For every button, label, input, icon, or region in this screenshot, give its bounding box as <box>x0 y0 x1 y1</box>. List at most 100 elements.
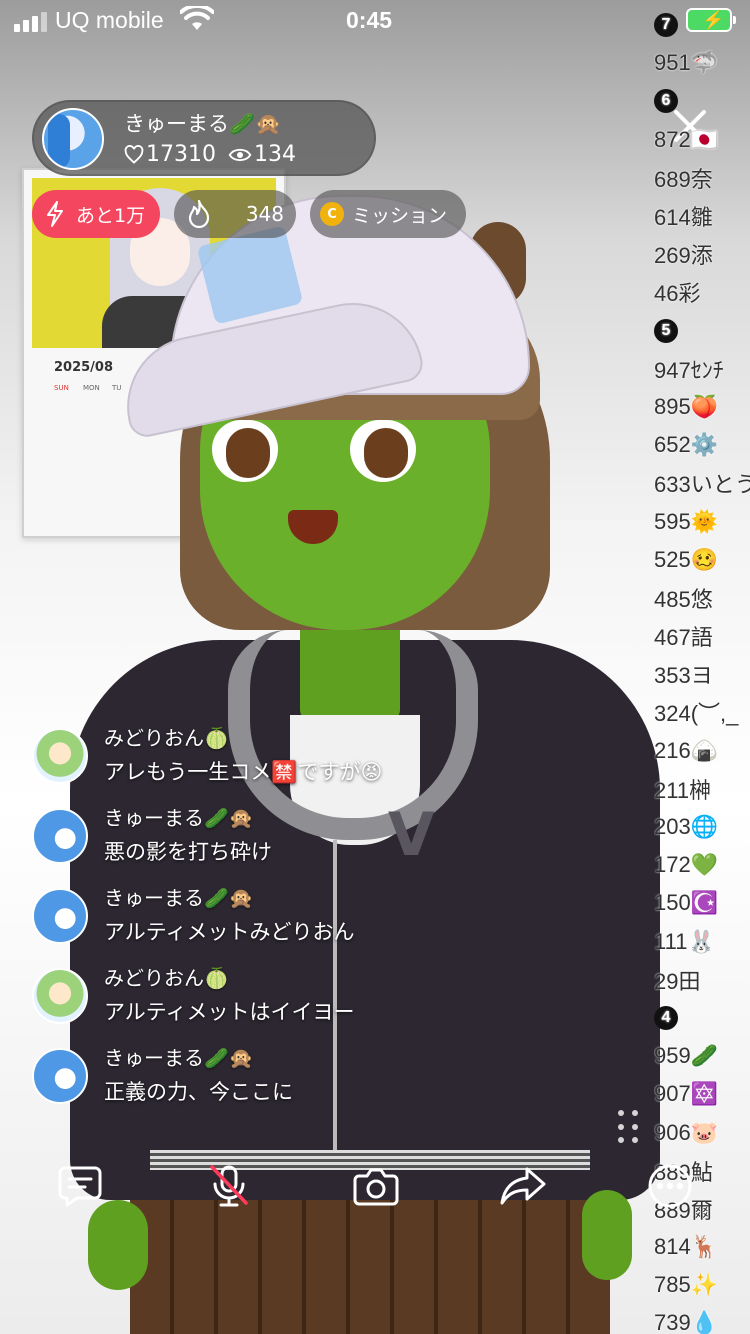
mic-muted-icon <box>210 1165 248 1207</box>
more-icon <box>648 1164 692 1208</box>
ranking-list[interactable]: 7 951🦈 6 872🇯🇵 689奈 614雛 269添 46彩 5 947ｾﾝﾁ 895🍑 652… <box>654 6 750 1334</box>
goal-chip[interactable]: あと1万 <box>32 190 160 238</box>
rank-entry[interactable]: 739💧 <box>654 1304 750 1334</box>
rank-entry[interactable]: 211榊 <box>654 770 750 808</box>
rank-entry[interactable]: 203🌐 <box>654 808 750 846</box>
rank-entry[interactable]: 614雛 <box>654 197 750 235</box>
rank-entry[interactable]: 633いとう <box>654 464 750 502</box>
flame-chip[interactable]: 348 <box>174 190 296 238</box>
rank-entry[interactable]: 46彩 <box>654 273 750 311</box>
drag-handle[interactable] <box>618 1110 640 1146</box>
rank-number-badge: 4 <box>654 1005 678 1030</box>
rank-number-badge: 5 <box>654 318 678 343</box>
commenter-name[interactable]: きゅーまる🥒🙊 <box>104 882 254 911</box>
rank-entry[interactable]: 525🥴 <box>654 541 750 579</box>
more-button[interactable] <box>644 1160 696 1212</box>
host-stats: 17310 134 <box>124 142 296 167</box>
rank-entry-text: 814🦌 <box>654 1234 719 1260</box>
rank-entry[interactable]: 947ｾﾝﾁ <box>654 350 750 388</box>
rank-entry[interactable]: 906🐷 <box>654 1113 750 1151</box>
commenter-avatar[interactable] <box>32 1048 88 1104</box>
commenter-name[interactable]: きゅーまる🥒🙊 <box>104 802 254 831</box>
commenter-avatar[interactable] <box>32 808 88 864</box>
rank-entry-text: 689奈 <box>654 166 713 192</box>
mute-mic-button[interactable] <box>203 1160 255 1212</box>
rank-entry-text: 907🔯 <box>654 1081 719 1107</box>
comment-item: きゅーまる🥒🙊 正義の力、今ここに <box>32 1042 462 1122</box>
carrier-name: UQ mobile <box>55 7 164 33</box>
comment-text: アルティメットはイイヨー <box>104 1000 355 1024</box>
rank-group-header: 7 <box>654 6 750 44</box>
rank-entry-text: 739💧 <box>654 1310 719 1334</box>
rank-entry[interactable]: 216🍙 <box>654 732 750 770</box>
rank-entry[interactable]: 29田 <box>654 961 750 999</box>
camera-icon <box>353 1168 399 1206</box>
rank-entry[interactable]: 172💚 <box>654 846 750 884</box>
comment-item: きゅーまる🥒🙊 悪の影を打ち砕け <box>32 802 462 882</box>
rank-entry[interactable]: 652⚙️ <box>654 426 750 464</box>
rank-entry[interactable]: 872🇯🇵 <box>654 121 750 159</box>
eye-icon <box>228 148 252 161</box>
commenter-avatar[interactable] <box>32 728 88 784</box>
rank-entry[interactable]: 324(︶,_ <box>654 693 750 731</box>
goal-label: あと1万 <box>76 204 146 227</box>
comment-text: 正義の力、今ここに <box>104 1080 293 1104</box>
rank-entry[interactable]: 895🍑 <box>654 388 750 426</box>
viewer-count: 134 <box>254 142 296 167</box>
rank-number-badge: 7 <box>654 13 678 38</box>
rank-entry-text: 895🍑 <box>654 393 719 419</box>
rank-entry-text: 172💚 <box>654 852 719 878</box>
rank-entry[interactable]: 485悠 <box>654 579 750 617</box>
rank-entry-text: 872🇯🇵 <box>654 126 719 152</box>
rank-entry[interactable]: 269添 <box>654 235 750 273</box>
camera-button[interactable] <box>350 1160 402 1212</box>
rank-entry-text: 150☪️ <box>654 890 719 916</box>
comment-feed[interactable]: みどりおん🍈 アレもう一生コメ🈲ですが😡 きゅーまる🥒🙊 悪の影を打ち砕け きゅ… <box>32 722 462 1122</box>
rank-entry-text: 111🐰 <box>654 928 715 954</box>
rank-entry[interactable]: 959🥒 <box>654 1037 750 1075</box>
rank-entry-text: 203🌐 <box>654 814 719 840</box>
comment-button[interactable] <box>54 1160 106 1212</box>
comment-item: みどりおん🍈 アルティメットはイイヨー <box>32 962 462 1042</box>
rank-entry[interactable]: 689奈 <box>654 159 750 197</box>
rank-entry[interactable]: 951🦈 <box>654 44 750 82</box>
like-count: 17310 <box>146 142 216 167</box>
rank-entry[interactable]: 111🐰 <box>654 923 750 961</box>
commenter-avatar[interactable] <box>32 888 88 944</box>
mission-chip[interactable]: C ミッション <box>310 190 466 238</box>
host-info-card[interactable]: きゅーまる🥒🙊 17310 134 <box>32 100 376 176</box>
rank-entry[interactable]: 907🔯 <box>654 1075 750 1113</box>
rank-entry-text: 951🦈 <box>654 50 719 76</box>
comment-item: みどりおん🍈 アレもう一生コメ🈲ですが😡 <box>32 722 462 802</box>
rank-entry-text: 216🍙 <box>654 737 719 763</box>
mission-label: ミッション <box>352 204 448 227</box>
rank-entry-text: 614雛 <box>654 205 713 231</box>
rank-entry[interactable]: 785✨ <box>654 1266 750 1304</box>
rank-entry[interactable]: 467語 <box>654 617 750 655</box>
rank-entry[interactable]: 353ヨ <box>654 655 750 693</box>
rank-entry-text: 269添 <box>654 243 713 269</box>
rank-entry[interactable]: 150☪️ <box>654 884 750 922</box>
host-avatar[interactable] <box>42 108 104 170</box>
lightning-icon <box>47 201 63 227</box>
rank-entry-text: 652⚙️ <box>654 432 719 458</box>
rank-entry-text: 485悠 <box>654 586 713 612</box>
signal-icon <box>14 12 47 32</box>
rank-entry-text: 906🐷 <box>654 1119 719 1145</box>
rank-group-header: 5 <box>654 312 750 350</box>
share-button[interactable] <box>497 1160 549 1212</box>
rank-entry-text: 324(︶,_ <box>654 701 739 727</box>
rank-entry-text: 595🌞 <box>654 508 719 534</box>
comment-text: アレもう一生コメ🈲ですが😡 <box>104 760 383 784</box>
rank-entry[interactable]: 595🌞 <box>654 502 750 540</box>
commenter-name[interactable]: きゅーまる🥒🙊 <box>104 1042 254 1071</box>
commenter-name[interactable]: みどりおん🍈 <box>104 962 229 991</box>
flame-icon <box>188 199 210 229</box>
comment-text: アルティメットみどりおん <box>104 920 355 944</box>
commenter-name[interactable]: みどりおん🍈 <box>104 722 229 751</box>
host-name: きゅーまる🥒🙊 <box>124 112 282 136</box>
rank-entry[interactable]: 814🦌 <box>654 1228 750 1266</box>
rank-entry-text: 947ｾﾝﾁ <box>654 357 724 383</box>
commenter-avatar[interactable] <box>32 968 88 1024</box>
comment-item: きゅーまる🥒🙊 アルティメットみどりおん <box>32 882 462 962</box>
